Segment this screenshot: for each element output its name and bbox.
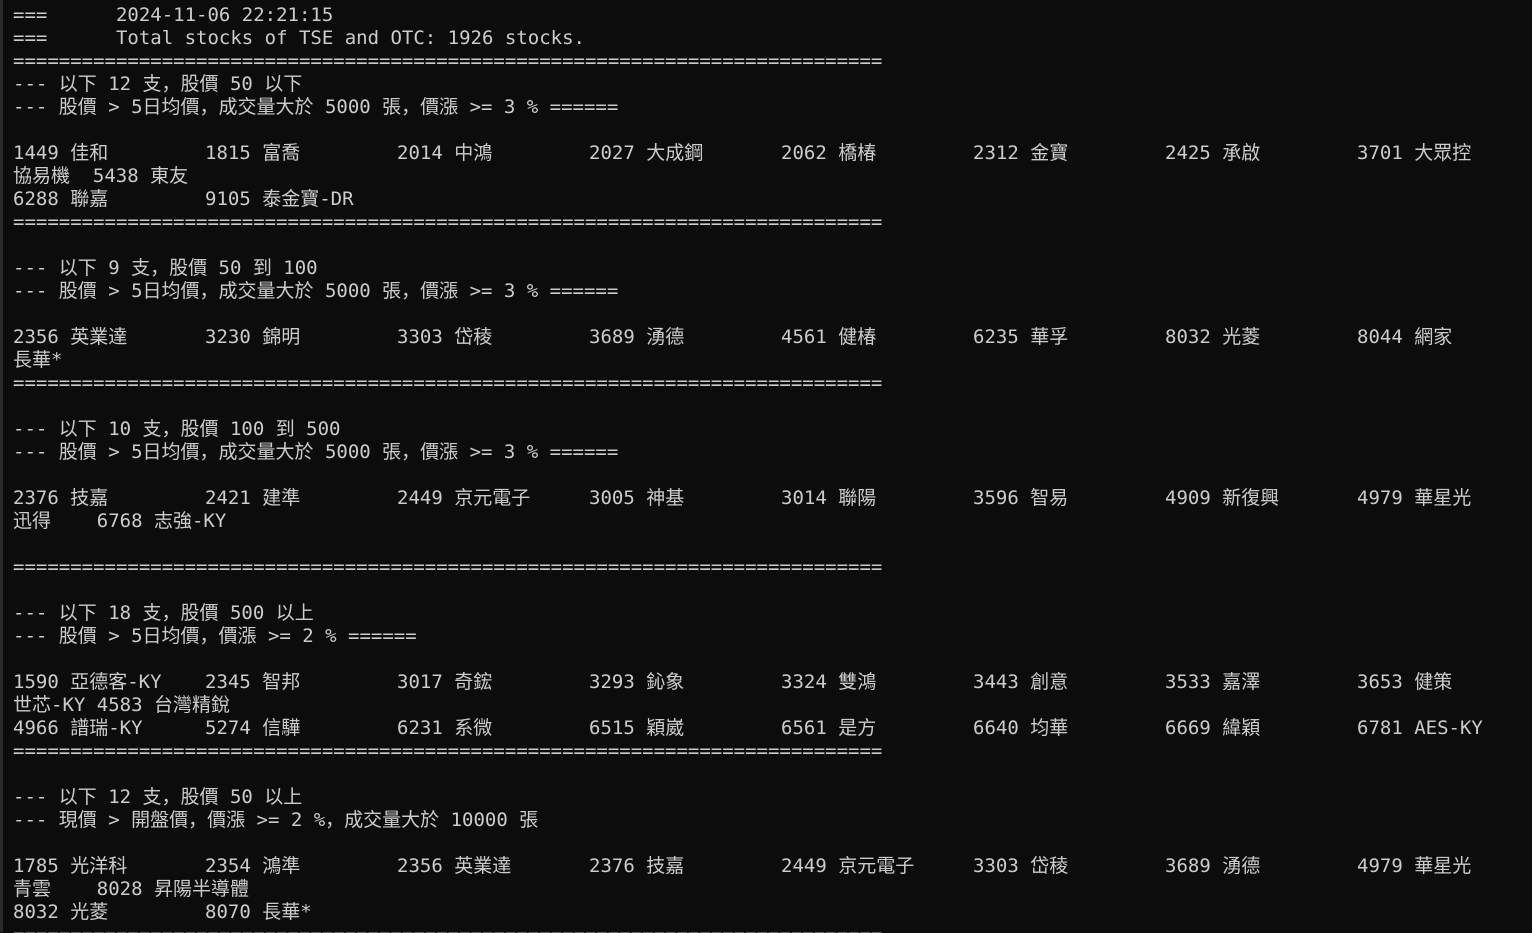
stock-item: 6669 緯穎 — [1165, 717, 1261, 739]
separator: ========================================… — [13, 372, 883, 394]
stock-item: 3653 健策 — [1357, 671, 1453, 693]
wrapped-line: 世芯-KY 4583 台灣精銳 — [13, 694, 230, 716]
stock-item: 2376 技嘉 — [13, 487, 109, 509]
separator: ========================================… — [13, 740, 883, 762]
stock-item: 6235 華孚 — [973, 326, 1069, 348]
stock-row: 4966 譜瑞-KY 5274 信驊 6231 系微 6515 穎崴 6561 … — [13, 717, 1532, 740]
stock-row: 2376 技嘉 2421 建準 2449 京元電子 3005 神基 3014 聯… — [13, 487, 1532, 510]
stock-item: 3701 大眾控 — [1357, 142, 1472, 164]
stock-item: 8032 光菱 — [13, 901, 109, 923]
total-stocks-line: === Total stocks of TSE and OTC: 1926 st… — [13, 27, 585, 49]
stock-item: 4909 新復興 — [1165, 487, 1280, 509]
stock-item: 6640 均華 — [973, 717, 1069, 739]
separator: ========================================… — [13, 50, 883, 72]
stock-item: 2449 京元電子 — [781, 855, 915, 877]
stock-item: 6561 是方 — [781, 717, 877, 739]
terminal-output: === 2024-11-06 22:21:15 === Total stocks… — [13, 4, 1532, 933]
stock-item: 6515 穎崴 — [589, 717, 685, 739]
stock-item: 4966 譜瑞-KY — [13, 717, 143, 739]
stock-item: 2376 技嘉 — [589, 855, 685, 877]
stock-item: 6781 AES-KY — [1357, 717, 1483, 739]
timestamp-line: === 2024-11-06 22:21:15 — [13, 4, 334, 26]
stock-item: 3689 湧德 — [1165, 855, 1261, 877]
section-condition: --- 股價 > 5日均價，價漲 >= 2 % ====== — [13, 625, 417, 647]
stock-item: 2356 英業達 — [13, 326, 128, 348]
stock-item: 4561 健椿 — [781, 326, 877, 348]
stock-item: 2345 智邦 — [205, 671, 301, 693]
section-condition: --- 股價 > 5日均價，成交量大於 5000 張，價漲 >= 3 % ===… — [13, 96, 619, 118]
stock-item: 8032 光菱 — [1165, 326, 1261, 348]
stock-row: 1449 佳和 1815 富喬 2014 中鴻 2027 大成鋼 2062 橋椿… — [13, 142, 1532, 165]
stock-item: 9105 泰金寶-DR — [205, 188, 354, 210]
stock-row: 8032 光菱 8070 長華* — [13, 901, 1532, 924]
section-condition: --- 現價 > 開盤價，價漲 >= 2 %，成交量大於 10000 張 — [13, 809, 539, 831]
wrapped-line: 青雲 8028 昇陽半導體 — [13, 878, 249, 900]
stock-item: 3303 岱稜 — [397, 326, 493, 348]
stock-row: 1785 光洋科 2354 鴻準 2356 英業達 2376 技嘉 2449 京… — [13, 855, 1532, 878]
separator: ========================================… — [13, 211, 883, 233]
stock-row: 1590 亞德客-KY 2345 智邦 3017 奇鋐 3293 鈊象 3324… — [13, 671, 1532, 694]
stock-item: 3324 雙鴻 — [781, 671, 877, 693]
stock-item: 8070 長華* — [205, 901, 312, 923]
separator: ========================================… — [13, 556, 883, 578]
stock-item: 6231 系微 — [397, 717, 493, 739]
stock-item: 3014 聯陽 — [781, 487, 877, 509]
stock-item: 2027 大成鋼 — [589, 142, 704, 164]
stock-item: 1449 佳和 — [13, 142, 109, 164]
stock-item: 2425 承啟 — [1165, 142, 1261, 164]
stock-item: 5274 信驊 — [205, 717, 301, 739]
stock-item: 1815 富喬 — [205, 142, 301, 164]
stock-item: 4979 華星光 — [1357, 487, 1472, 509]
wrapped-line: 長華* — [13, 349, 63, 371]
section-condition: --- 股價 > 5日均價，成交量大於 5000 張，價漲 >= 3 % ===… — [13, 280, 619, 302]
section-title: --- 以下 12 支，股價 50 以下 — [13, 73, 303, 95]
stock-item: 2449 京元電子 — [397, 487, 531, 509]
stock-item: 2354 鴻準 — [205, 855, 301, 877]
stock-item: 2312 金寶 — [973, 142, 1069, 164]
stock-item: 3005 神基 — [589, 487, 685, 509]
stock-item: 6288 聯嘉 — [13, 188, 109, 210]
section-title: --- 以下 12 支，股價 50 以上 — [13, 786, 303, 808]
stock-item: 1785 光洋科 — [13, 855, 128, 877]
section-title: --- 以下 18 支，股價 500 以上 — [13, 602, 314, 624]
stock-item: 4979 華星光 — [1357, 855, 1472, 877]
stock-item: 2356 英業達 — [397, 855, 512, 877]
stock-item: 3596 智易 — [973, 487, 1069, 509]
stock-row: 6288 聯嘉 9105 泰金寶-DR — [13, 188, 1532, 211]
stock-item: 3303 岱稜 — [973, 855, 1069, 877]
section-condition: --- 股價 > 5日均價，成交量大於 5000 張，價漲 >= 3 % ===… — [13, 441, 619, 463]
stock-item: 2421 建準 — [205, 487, 301, 509]
stock-item: 3443 創意 — [973, 671, 1069, 693]
stock-item: 8044 網家 — [1357, 326, 1453, 348]
stock-item: 3017 奇鋐 — [397, 671, 493, 693]
stock-item: 1590 亞德客-KY — [13, 671, 162, 693]
stock-item: 3230 錦明 — [205, 326, 301, 348]
stock-item: 3689 湧德 — [589, 326, 685, 348]
stock-item: 2062 橋椿 — [781, 142, 877, 164]
stock-item: 3293 鈊象 — [589, 671, 685, 693]
stock-row: 2356 英業達 3230 錦明 3303 岱稜 3689 湧德 4561 健椿… — [13, 326, 1532, 349]
section-title: --- 以下 10 支，股價 100 到 500 — [13, 418, 341, 440]
stock-item: 2014 中鴻 — [397, 142, 493, 164]
stock-item: 3533 嘉澤 — [1165, 671, 1261, 693]
wrapped-line: 協易機 5438 東友 — [13, 165, 189, 187]
wrapped-line: 迅得 6768 志強-KY — [13, 510, 227, 532]
window-border — [0, 0, 3, 932]
section-title: --- 以下 9 支，股價 50 到 100 — [13, 257, 318, 279]
